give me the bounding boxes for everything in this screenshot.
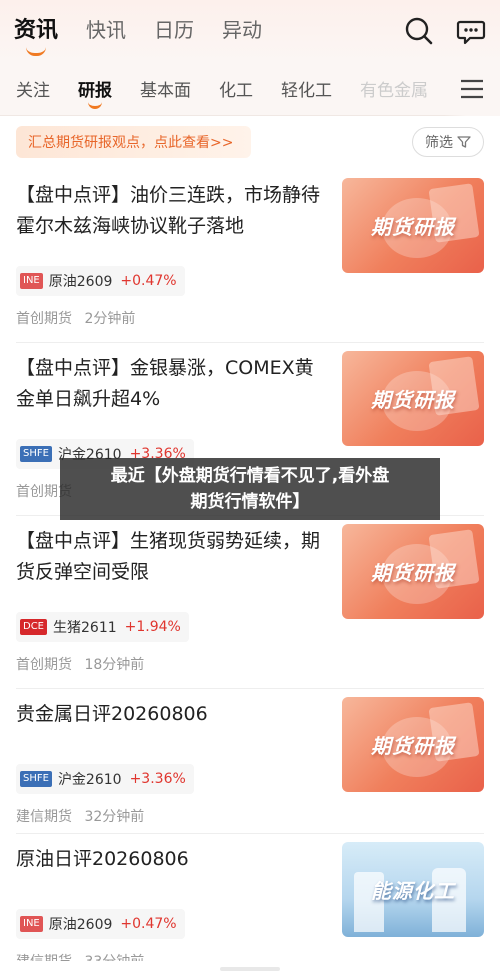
price-change: +0.47% — [120, 273, 177, 289]
exchange-badge: DCE — [20, 619, 48, 635]
home-indicator — [220, 967, 280, 971]
sub-tab-research[interactable]: 研报 — [78, 76, 112, 101]
top-icons — [404, 16, 486, 46]
app-root: 资讯 快讯 日历 异动 关注 研报 基本面 化工 轻化工 有色金属 汇总期货研报… — [0, 0, 500, 979]
overlay-line-1: 最近【外盘期货行情看不见了,看外盘 — [110, 466, 390, 486]
sub-tab-chemical[interactable]: 化工 — [219, 76, 253, 101]
sub-tab-fundamentals[interactable]: 基本面 — [140, 76, 191, 101]
promo-row: 汇总期货研报观点，点此查看>> 筛选 — [0, 116, 500, 170]
list-item[interactable]: 【盘中点评】油价三连跌，市场静待霍尔木兹海峡协议靴子落地 INE 原油2609 … — [16, 170, 484, 343]
list-item[interactable]: 原油日评20260806 INE 原油2609 +0.47% 建信期货 33分钟… — [16, 834, 484, 979]
bottom-bar — [0, 961, 500, 979]
article-thumbnail: 期货研报 — [342, 351, 484, 446]
contract-name: 沪金2610 — [57, 772, 122, 788]
price-change: +0.47% — [120, 916, 177, 932]
article-title: 【盘中点评】金银暴涨，COMEX黄金单日飙升超4% — [16, 357, 314, 410]
article-title: 贵金属日评20260806 — [16, 703, 208, 725]
top-tab-news[interactable]: 资讯 — [14, 12, 58, 50]
list-item[interactable]: 贵金属日评20260806 SHFE 沪金2610 +3.36% 建信期货 32… — [16, 689, 484, 834]
sub-tabs: 关注 研报 基本面 化工 轻化工 有色金属 — [0, 62, 500, 116]
sub-tab-nonferrous[interactable]: 有色金属 — [360, 76, 428, 101]
article-thumbnail: 期货研报 — [342, 178, 484, 273]
list-item[interactable]: 【盘中点评】生猪现货弱势延续，期货反弹空间受限 DCE 生猪2611 +1.94… — [16, 516, 484, 689]
contract-name: 原油2609 — [48, 274, 113, 290]
quote-tag[interactable]: INE 原油2609 +0.47% — [16, 266, 185, 296]
sub-tab-follow[interactable]: 关注 — [16, 76, 50, 101]
article-source: 建信期货 — [16, 809, 72, 825]
top-tab-movers[interactable]: 异动 — [222, 14, 262, 49]
research-summary-link[interactable]: 汇总期货研报观点，点此查看>> — [16, 126, 252, 158]
sub-tab-light-chemical[interactable]: 轻化工 — [281, 76, 332, 101]
article-source: 首创期货 — [16, 311, 72, 327]
article-thumbnail: 能源化工 — [342, 842, 484, 937]
quote-tag[interactable]: DCE 生猪2611 +1.94% — [16, 612, 189, 642]
article-thumbnail: 期货研报 — [342, 524, 484, 619]
filter-button[interactable]: 筛选 — [412, 127, 484, 157]
article-source: 首创期货 — [16, 657, 72, 673]
menu-icon[interactable] — [444, 62, 500, 116]
thumbnail-label: 期货研报 — [371, 215, 455, 239]
exchange-badge: INE — [20, 273, 43, 289]
overlay-line-2: 期货行情软件】 — [190, 492, 310, 512]
article-title: 【盘中点评】油价三连跌，市场静待霍尔木兹海峡协议靴子落地 — [16, 184, 321, 237]
top-nav: 资讯 快讯 日历 异动 — [0, 0, 500, 62]
quote-tag[interactable]: INE 原油2609 +0.47% — [16, 909, 185, 939]
top-tab-calendar[interactable]: 日历 — [154, 14, 194, 49]
article-time: 18分钟前 — [84, 657, 145, 673]
thumbnail-label: 期货研报 — [371, 561, 455, 585]
thumbnail-label: 能源化工 — [371, 879, 455, 903]
article-meta: 建信期货 32分钟前 — [16, 806, 144, 826]
thumbnail-label: 期货研报 — [371, 388, 455, 412]
filter-label: 筛选 — [425, 135, 453, 151]
filter-icon — [457, 136, 471, 148]
article-meta: 首创期货 2分钟前 — [16, 308, 135, 328]
article-title: 原油日评20260806 — [16, 848, 189, 870]
search-icon[interactable] — [404, 16, 434, 46]
article-time: 2分钟前 — [84, 311, 136, 327]
contract-name: 原油2609 — [48, 917, 113, 933]
article-list: 【盘中点评】油价三连跌，市场静待霍尔木兹海峡协议靴子落地 INE 原油2609 … — [0, 170, 500, 979]
thumbnail-label: 期货研报 — [371, 734, 455, 758]
article-thumbnail: 期货研报 — [342, 697, 484, 792]
article-title: 【盘中点评】生猪现货弱势延续，期货反弹空间受限 — [16, 530, 321, 583]
price-change: +3.36% — [129, 771, 186, 787]
price-change: +1.94% — [124, 619, 181, 635]
contract-name: 生猪2611 — [53, 620, 117, 636]
exchange-badge: SHFE — [20, 446, 52, 462]
exchange-badge: SHFE — [20, 771, 52, 787]
quote-tag[interactable]: SHFE 沪金2610 +3.36% — [16, 764, 194, 794]
message-icon[interactable] — [456, 16, 486, 46]
top-tab-flash[interactable]: 快讯 — [86, 14, 126, 49]
article-time: 32分钟前 — [84, 809, 145, 825]
exchange-badge: INE — [20, 916, 43, 932]
article-meta: 首创期货 18分钟前 — [16, 654, 144, 674]
overlay-banner: 最近【外盘期货行情看不见了,看外盘 期货行情软件】 — [60, 458, 440, 520]
